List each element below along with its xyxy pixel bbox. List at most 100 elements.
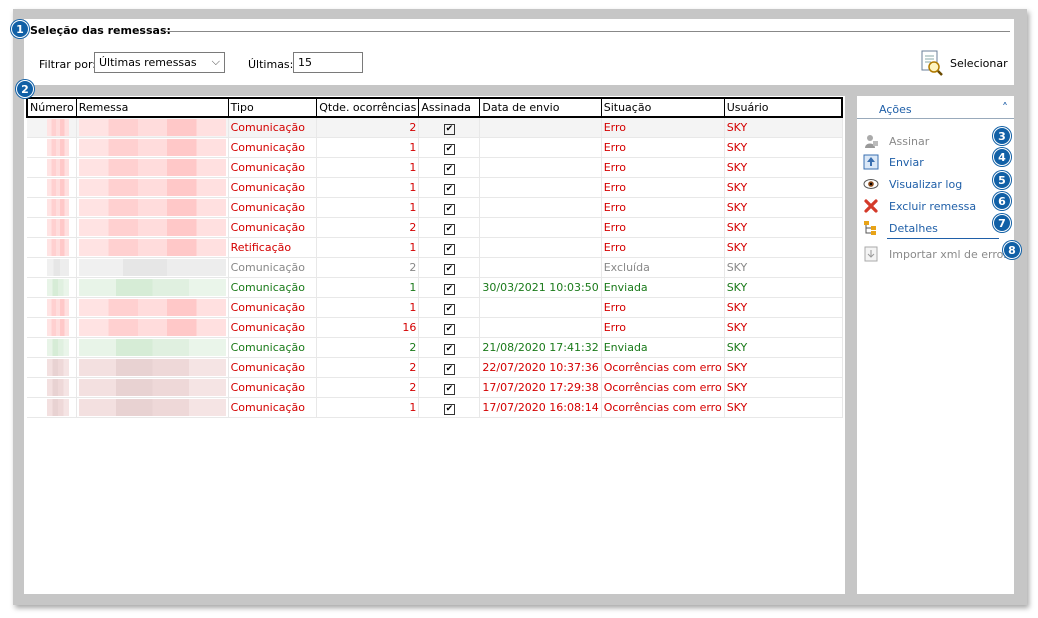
cell-usuario: SKY <box>724 397 843 418</box>
table-row[interactable]: Comunicação 2 ✔ Erro SKY <box>27 217 843 238</box>
redacted-block <box>78 239 226 256</box>
table-row[interactable]: Comunicação 1 ✔ Erro SKY <box>27 177 843 198</box>
cell-qtde: 2 <box>316 217 420 238</box>
actions-header[interactable]: Ações ˄ <box>857 99 1014 119</box>
cell-remessa <box>76 377 229 398</box>
column-header-qtde[interactable]: Qtde. ocorrências <box>316 97 420 118</box>
cell-qtde: 1 <box>316 237 420 258</box>
column-header-numero[interactable]: Número <box>26 97 77 118</box>
signed-checkbox[interactable]: ✔ <box>443 203 455 215</box>
ultimas-label: Últimas: <box>248 58 294 71</box>
table-row[interactable]: Comunicação 1 ✔ 30/03/2021 10:03:50 Enviada S… <box>27 277 843 298</box>
cell-qtde: 1 <box>316 157 420 178</box>
ultimas-input[interactable]: 15 <box>293 52 363 73</box>
cell-numero <box>27 257 77 278</box>
cell-assinada: ✔ <box>418 357 481 378</box>
table-row[interactable]: Comunicação 1 ✔ 17/07/2020 16:08:14 Ocorrênc… <box>27 397 843 418</box>
actions-separator <box>887 238 999 239</box>
table-header: Número Remessa Tipo Qtde. ocorrências As… <box>26 97 843 118</box>
redacted-block <box>47 219 69 236</box>
cell-usuario: SKY <box>724 157 843 178</box>
signed-checkbox[interactable]: ✔ <box>443 363 455 375</box>
cell-usuario: SKY <box>724 377 843 398</box>
table-row[interactable]: Comunicação 1 ✔ Erro SKY <box>27 197 843 218</box>
table-row[interactable]: Comunicação 1 ✔ Erro SKY <box>27 157 843 178</box>
filter-select-value: Últimas remessas <box>99 56 197 69</box>
cell-qtde: 2 <box>316 337 420 358</box>
chevron-up-icon: ˄ <box>1002 101 1008 115</box>
action-excluir-remessa[interactable]: Excluir remessa <box>863 197 976 215</box>
signed-checkbox[interactable]: ✔ <box>443 303 455 315</box>
action-assinar[interactable]: Assinar <box>863 132 929 150</box>
column-header-tipo[interactable]: Tipo <box>227 97 318 118</box>
signed-checkbox[interactable]: ✔ <box>443 123 455 135</box>
redacted-block <box>78 259 226 276</box>
cell-data-envio <box>479 297 602 318</box>
signed-checkbox[interactable]: ✔ <box>443 403 455 415</box>
cell-data-envio: 22/07/2020 10:37:36 <box>479 357 602 378</box>
table-row[interactable]: Comunicação 2 ✔ Erro SKY <box>27 117 843 138</box>
signed-checkbox[interactable]: ✔ <box>443 343 455 355</box>
cell-usuario: SKY <box>724 197 843 218</box>
redacted-block <box>78 219 226 236</box>
action-detalhes[interactable]: Detalhes <box>863 219 938 237</box>
signed-checkbox[interactable]: ✔ <box>443 223 455 235</box>
action-visualizar-log[interactable]: Visualizar log <box>863 175 962 193</box>
table-row[interactable]: Comunicação 2 ✔ Excluída SKY <box>27 257 843 278</box>
action-label: Excluir remessa <box>889 199 977 213</box>
cell-remessa <box>76 317 229 338</box>
column-header-assinada[interactable]: Assinada <box>418 97 481 118</box>
table-row[interactable]: Comunicação 2 ✔ 21/08/2020 17:41:32 Enviada S… <box>27 337 843 358</box>
cell-remessa <box>76 297 229 318</box>
cell-numero <box>27 137 77 158</box>
cell-assinada: ✔ <box>418 177 481 198</box>
table-row[interactable]: Comunicação 2 ✔ 22/07/2020 10:37:36 Ocorrênc… <box>27 357 843 378</box>
callout-badge-4: 4 <box>993 148 1011 166</box>
cell-assinada: ✔ <box>418 397 481 418</box>
cell-qtde: 2 <box>316 357 420 378</box>
cell-situacao: Erro <box>601 217 725 238</box>
signed-checkbox[interactable]: ✔ <box>443 243 455 255</box>
column-header-usuario[interactable]: Usuário <box>723 97 843 118</box>
redacted-block <box>47 139 69 156</box>
redacted-block <box>47 239 69 256</box>
cell-usuario: SKY <box>724 177 843 198</box>
signed-checkbox[interactable]: ✔ <box>443 143 455 155</box>
signed-checkbox[interactable]: ✔ <box>443 383 455 395</box>
cell-remessa <box>76 337 229 358</box>
signed-checkbox[interactable]: ✔ <box>443 323 455 335</box>
callout-badge-5: 5 <box>993 171 1011 189</box>
table-row[interactable]: Comunicação 1 ✔ Erro SKY <box>27 297 843 318</box>
cell-qtde: 2 <box>316 257 420 278</box>
action-importar-xml[interactable]: Importar xml de erros <box>863 245 1009 263</box>
signed-checkbox[interactable]: ✔ <box>443 263 455 275</box>
column-header-situacao[interactable]: Situação <box>600 97 725 118</box>
cell-data-envio <box>479 197 602 218</box>
cell-assinada: ✔ <box>418 297 481 318</box>
cell-numero <box>27 297 77 318</box>
action-enviar[interactable]: Enviar <box>863 153 924 171</box>
selection-title: Seleção das remessas: <box>30 24 171 37</box>
import-icon <box>864 246 878 262</box>
column-header-data-envio[interactable]: Data de envio <box>479 97 602 118</box>
redacted-block <box>78 339 226 356</box>
signed-checkbox[interactable]: ✔ <box>443 283 455 295</box>
select-button[interactable]: Selecionar <box>920 48 1008 78</box>
eye-icon <box>863 179 879 189</box>
table-row[interactable]: Retificação 1 ✔ Erro SKY <box>27 237 843 258</box>
signed-checkbox[interactable]: ✔ <box>443 163 455 175</box>
filter-select[interactable]: Últimas remessas ⌵ <box>94 52 225 73</box>
signed-checkbox[interactable]: ✔ <box>443 183 455 195</box>
table-row[interactable]: Comunicação 1 ✔ Erro SKY <box>27 137 843 158</box>
column-header-remessa[interactable]: Remessa <box>75 97 229 118</box>
cell-remessa <box>76 257 229 278</box>
cell-tipo: Comunicação <box>228 217 318 238</box>
cell-situacao: Erro <box>601 117 725 138</box>
cell-numero <box>27 397 77 418</box>
table-row[interactable]: Comunicação 2 ✔ 17/07/2020 17:29:38 Ocorrênc… <box>27 377 843 398</box>
cell-remessa <box>76 397 229 418</box>
cell-situacao: Excluída <box>601 257 725 278</box>
redacted-block <box>78 399 226 416</box>
cell-assinada: ✔ <box>418 157 481 178</box>
table-row[interactable]: Comunicação 16 ✔ Erro SKY <box>27 317 843 338</box>
